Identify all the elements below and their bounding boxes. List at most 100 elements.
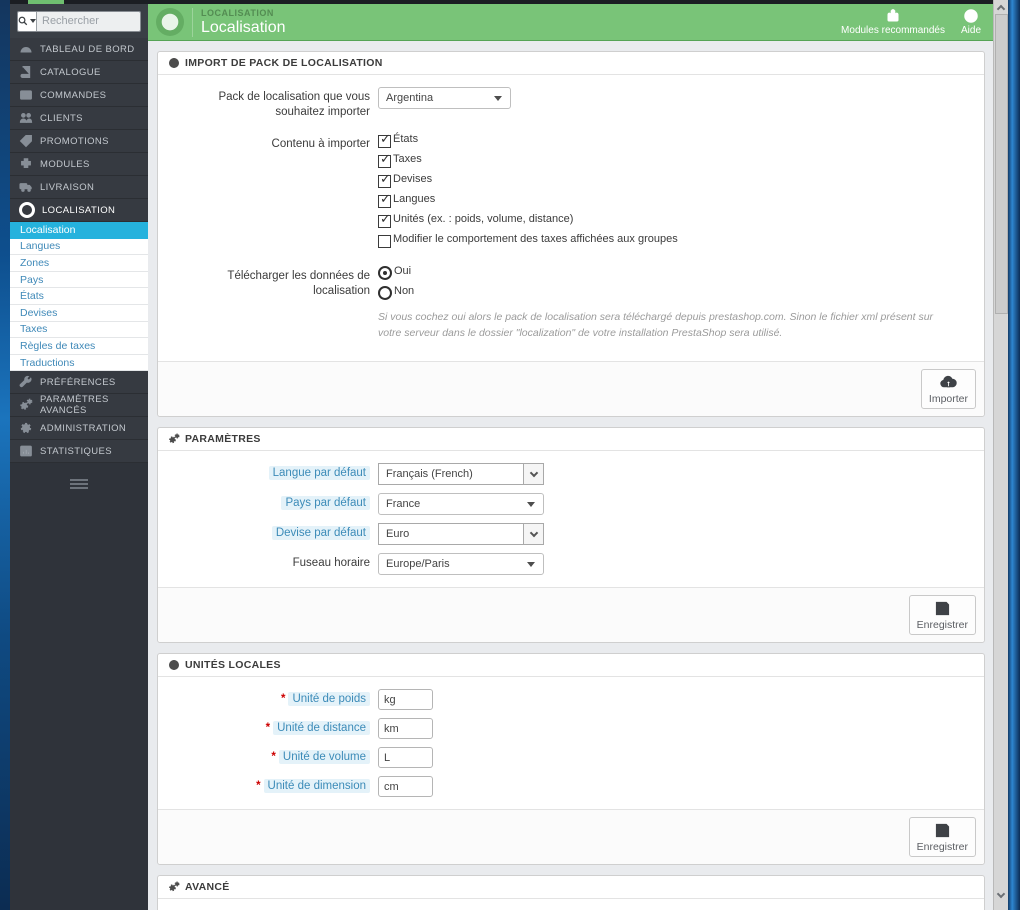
menu-collapse-icon[interactable] xyxy=(70,479,88,491)
importer-button[interactable]: Importer xyxy=(920,369,976,410)
admin-app: TABLEAU DE BORD CATALOGUE COMMANDES CLIE… xyxy=(10,0,993,910)
enregistrer-parametres-button[interactable]: Enregistrer xyxy=(908,595,976,636)
pays-defaut-label: Pays par défaut xyxy=(281,496,370,511)
radio-oui[interactable] xyxy=(378,265,392,280)
radio-row: Non xyxy=(378,285,974,300)
chevron-down-icon xyxy=(30,19,36,23)
download-label: Télécharger les données de localisation xyxy=(227,269,370,297)
submenu-item-regles-de-taxes[interactable]: Règles de taxes xyxy=(10,338,148,355)
checkbox-row: Unités (ex. : poids, volume, distance) xyxy=(378,211,974,228)
sidebar-item-livraison[interactable]: LIVRAISON xyxy=(10,176,148,199)
chevron-down-icon xyxy=(523,464,543,485)
save-icon xyxy=(935,824,949,838)
required-marker: * xyxy=(271,751,276,764)
page-content: IMPORT DE PACK DE LOCALISATION Pack de l… xyxy=(148,41,993,910)
checkbox-etats[interactable] xyxy=(378,131,391,148)
page-header: LOCALISATION Localisation Modules recomm… xyxy=(148,4,993,41)
search-input[interactable] xyxy=(37,11,140,31)
sidebar-item-parametres-avances[interactable]: PARAMÈTRES AVANCÉS xyxy=(10,394,148,418)
checkbox-langues[interactable] xyxy=(378,191,391,208)
enregistrer-unites-button[interactable]: Enregistrer xyxy=(908,817,976,858)
checkbox-row: Devises xyxy=(378,171,974,188)
unite-distance-input[interactable] xyxy=(378,718,433,740)
aide-button[interactable]: Aide xyxy=(961,8,981,36)
unite-volume-input[interactable] xyxy=(378,747,433,769)
submenu-item-etats[interactable]: États xyxy=(10,288,148,305)
breadcrumb: LOCALISATION xyxy=(201,7,274,18)
panel-import-header: IMPORT DE PACK DE LOCALISATION xyxy=(158,52,984,75)
globe-icon xyxy=(19,202,35,218)
submenu-item-localisation[interactable]: Localisation xyxy=(10,222,148,239)
submenu-item-langues[interactable]: Langues xyxy=(10,239,148,256)
search-bar xyxy=(10,4,148,38)
checkbox-row: États xyxy=(378,131,974,148)
checkbox-comportement-taxes[interactable] xyxy=(378,234,391,248)
langue-defaut-select[interactable]: Français (French) xyxy=(378,463,544,486)
pack-select[interactable]: Argentina xyxy=(378,87,511,109)
sidebar-item-tableau-de-bord[interactable]: TABLEAU DE BORD xyxy=(10,38,148,61)
content-label: Contenu à importer xyxy=(271,137,370,150)
gears-icon xyxy=(169,881,180,892)
submenu-item-traductions[interactable]: Traductions xyxy=(10,355,148,372)
submenu-item-devises[interactable]: Devises xyxy=(10,305,148,322)
sidebar-item-modules[interactable]: MODULES xyxy=(10,153,148,176)
screen: TABLEAU DE BORD CATALOGUE COMMANDES CLIE… xyxy=(0,0,1020,910)
globe-icon xyxy=(168,57,180,69)
chevron-down-icon xyxy=(527,561,535,567)
checkbox-devises[interactable] xyxy=(378,171,391,188)
sidebar-item-clients[interactable]: CLIENTS xyxy=(10,107,148,130)
submenu-item-taxes[interactable]: Taxes xyxy=(10,322,148,339)
sidebar-item-preferences[interactable]: PRÉFÉRENCES xyxy=(10,371,148,395)
sidebar-footer xyxy=(10,463,148,910)
desktop-background-left xyxy=(0,0,10,910)
submenu-item-zones[interactable]: Zones xyxy=(10,255,148,272)
radio-non[interactable] xyxy=(378,285,392,300)
gear-icon xyxy=(20,423,32,434)
unite-dimension-input[interactable] xyxy=(378,776,433,798)
panel-unites-locales: UNITÉS LOCALES *Unité de poids *Unité de… xyxy=(157,653,985,866)
scroll-down-icon[interactable] xyxy=(996,889,1006,899)
panel-parametres: PARAMÈTRES Langue par défaut Français (F… xyxy=(157,427,985,644)
sidebar-item-catalogue[interactable]: CATALOGUE xyxy=(10,61,148,84)
tab-accent xyxy=(28,0,64,4)
pays-defaut-select[interactable]: France xyxy=(378,493,544,516)
checkbox-row: Taxes xyxy=(378,151,974,168)
gears-icon xyxy=(169,433,180,444)
radio-row: Oui xyxy=(378,265,974,280)
tag-icon xyxy=(19,135,32,148)
devise-defaut-select[interactable]: Euro xyxy=(378,523,544,546)
chevron-down-icon xyxy=(523,524,543,545)
puzzle-icon xyxy=(887,9,899,22)
search-scope-button[interactable] xyxy=(18,11,37,31)
users-icon xyxy=(19,113,33,123)
window-scrollbar[interactable] xyxy=(993,0,1008,910)
scroll-up-icon[interactable] xyxy=(996,4,1006,14)
life-ring-icon xyxy=(964,9,978,23)
submenu-item-pays[interactable]: Pays xyxy=(10,272,148,289)
required-marker: * xyxy=(256,780,261,793)
modules-recommandes-button[interactable]: Modules recommandés xyxy=(841,8,945,36)
checkbox-taxes[interactable] xyxy=(378,151,391,168)
required-marker: * xyxy=(280,693,286,706)
langue-defaut-label: Langue par défaut xyxy=(268,466,370,481)
sidebar-item-administration[interactable]: ADMINISTRATION xyxy=(10,417,148,441)
unite-distance-label: Unité de distance xyxy=(273,721,370,736)
sidebar-item-commandes[interactable]: COMMANDES xyxy=(10,84,148,107)
unite-poids-input[interactable] xyxy=(378,689,433,711)
scrollbar-thumb[interactable] xyxy=(995,14,1008,314)
panel-parametres-header: PARAMÈTRES xyxy=(158,428,984,452)
sidebar: TABLEAU DE BORD CATALOGUE COMMANDES CLIE… xyxy=(10,4,148,910)
wrench-icon xyxy=(19,376,32,388)
fuseau-horaire-select[interactable]: Europe/Paris xyxy=(378,553,544,576)
checkbox-unites[interactable] xyxy=(378,211,391,228)
sidebar-item-localisation[interactable]: LOCALISATION xyxy=(10,199,148,222)
unite-poids-label: Unité de poids xyxy=(288,692,370,707)
localisation-submenu: Localisation Langues Zones Pays États De… xyxy=(10,222,148,372)
sidebar-item-statistiques[interactable]: STATISTIQUES xyxy=(10,440,148,464)
chevron-down-icon xyxy=(527,501,535,507)
panel-avance: AVANCÉ Identifiant de la langue Identifi… xyxy=(157,875,985,910)
sidebar-item-promotions[interactable]: PROMOTIONS xyxy=(10,130,148,153)
fuseau-horaire-label: Fuseau horaire xyxy=(292,557,370,570)
unite-dimension-label: Unité de dimension xyxy=(263,779,370,794)
puzzle-icon xyxy=(21,158,31,168)
